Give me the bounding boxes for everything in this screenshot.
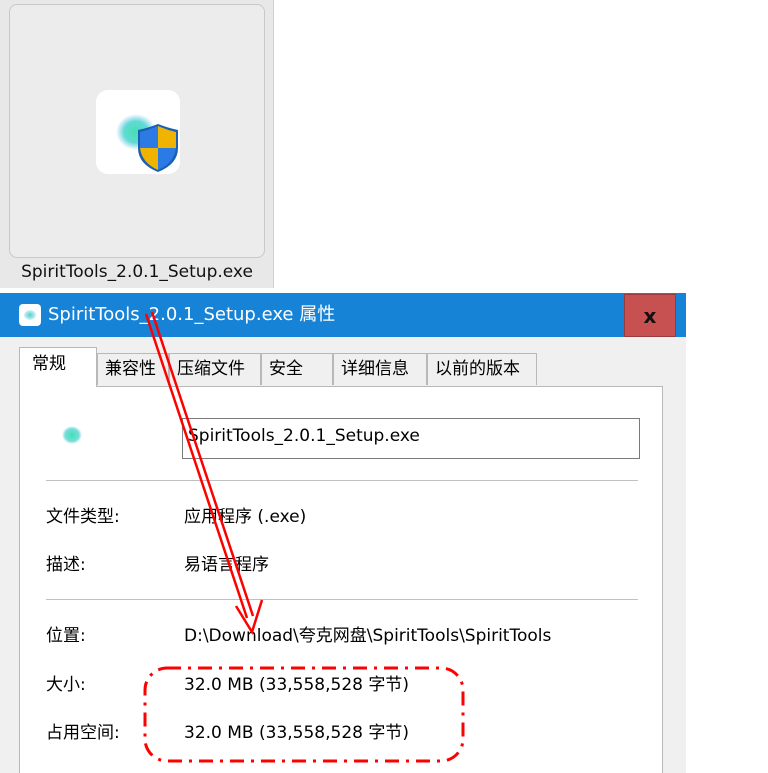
setup-shield-icon [116,114,178,172]
size-value: 32.0 MB (33,558,528 字节) [184,675,409,695]
tab-security[interactable]: 安全 [261,353,333,385]
separator [46,599,638,600]
size-label: 大小: [46,675,86,695]
file-icon [50,413,94,457]
size-on-disk-value: 32.0 MB (33,558,528 字节) [184,723,409,743]
file-name-input[interactable]: SpiritTools_2.0.1_Setup.exe [182,418,640,459]
explorer-file-tile[interactable]: SpiritTools_2.0.1_Setup.exe [0,0,274,288]
tab-archive[interactable]: 压缩文件 [169,353,261,385]
app-title-icon [19,304,41,326]
file-type-value: 应用程序 (.exe) [184,507,307,527]
file-type-label: 文件类型: [46,507,120,527]
tab-general[interactable]: 常规 [19,347,97,387]
size-on-disk-label: 占用空间: [46,723,120,743]
file-name-caption: SpiritTools_2.0.1_Setup.exe [21,262,253,282]
tab-compatibility[interactable]: 兼容性 [97,353,169,385]
properties-dialog: SpiritTools_2.0.1_Setup.exe 属性 x 常规 兼容性 … [0,293,686,773]
dialog-body: 常规 兼容性 压缩文件 安全 详细信息 以前的版本 SpiritTools_2.… [0,337,686,773]
close-button[interactable]: x [624,294,676,337]
close-icon: x [643,303,657,328]
description-label: 描述: [46,555,86,575]
location-value: D:\Download\夸克网盘\SpiritTools\SpiritTools [184,626,552,646]
location-label: 位置: [46,626,86,646]
description-value: 易语言程序 [184,555,269,575]
separator [46,480,638,481]
dialog-title: SpiritTools_2.0.1_Setup.exe 属性 [48,304,336,325]
tab-previous-versions[interactable]: 以前的版本 [427,353,537,385]
title-bar[interactable]: SpiritTools_2.0.1_Setup.exe 属性 x [0,293,686,337]
file-thumbnail-frame [9,4,265,258]
general-tab-panel: SpiritTools_2.0.1_Setup.exe 文件类型: 应用程序 (… [19,386,663,773]
tab-details[interactable]: 详细信息 [333,353,427,385]
setup-app-icon [96,90,180,174]
